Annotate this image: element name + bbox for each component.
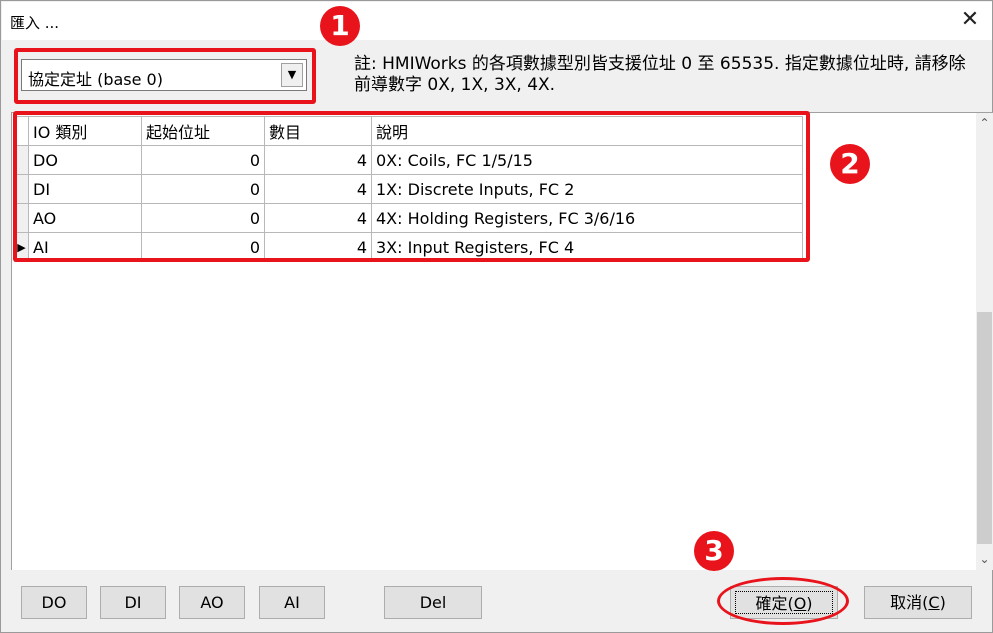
header-count[interactable]: 數目 <box>264 116 372 146</box>
cancel-hotkey: C <box>928 593 940 612</box>
cell-start-address[interactable]: 0 <box>141 203 265 233</box>
table-row[interactable]: ▶ AI 0 4 3X: Input Registers, FC 4 <box>14 232 803 262</box>
dialog-title: 匯入 ... <box>10 14 60 32</box>
cell-io-type[interactable]: DO <box>28 145 142 175</box>
cell-start-address[interactable]: 0 <box>141 232 265 262</box>
header-start-address[interactable]: 起始位址 <box>141 116 265 146</box>
row-indicator-header <box>14 116 29 146</box>
cancel-button[interactable]: 取消(C) <box>864 586 972 619</box>
add-ao-button[interactable]: AO <box>179 586 245 619</box>
cell-count[interactable]: 4 <box>264 203 372 233</box>
cell-io-type[interactable]: AO <box>28 203 142 233</box>
ok-label: 確定 <box>755 594 788 613</box>
scroll-down-icon[interactable]: ⌄ <box>976 551 993 568</box>
scroll-up-icon[interactable]: ⌃ <box>976 115 993 132</box>
address-mode-value: 協定定址 (base 0) <box>28 70 163 89</box>
annotation-marker-3: 3 <box>694 531 734 571</box>
add-do-button[interactable]: DO <box>21 586 87 619</box>
address-note: 註: HMIWorks 的各項數據型別皆支援位址 0 至 65535. 指定數據… <box>354 54 966 95</box>
cell-io-type[interactable]: AI <box>28 232 142 262</box>
cell-count[interactable]: 4 <box>264 174 372 204</box>
table-row[interactable]: AO 0 4 4X: Holding Registers, FC 3/6/16 <box>14 203 803 233</box>
scroll-thumb[interactable] <box>977 312 992 544</box>
cell-description[interactable]: 0X: Coils, FC 1/5/15 <box>371 145 803 175</box>
row-indicator[interactable] <box>14 174 29 204</box>
dropdown-arrow-icon[interactable]: ▼ <box>281 63 303 87</box>
cell-description[interactable]: 3X: Input Registers, FC 4 <box>371 232 803 262</box>
io-table: IO 類別 起始位址 數目 說明 DO 0 4 0X: Coils, FC 1/… <box>14 116 803 262</box>
cell-start-address[interactable]: 0 <box>141 174 265 204</box>
row-indicator[interactable] <box>14 145 29 175</box>
import-dialog: 匯入 ... ✕ 協定定址 (base 0) ▼ 註: HMIWorks 的各項… <box>0 0 993 633</box>
table-row[interactable]: DI 0 4 1X: Discrete Inputs, FC 2 <box>14 174 803 204</box>
cell-count[interactable]: 4 <box>264 145 372 175</box>
title-bar[interactable]: 匯入 ... ✕ <box>2 2 992 40</box>
close-button[interactable]: ✕ <box>956 6 984 34</box>
current-row-icon[interactable]: ▶ <box>14 232 29 262</box>
address-mode-select[interactable]: 協定定址 (base 0) ▼ <box>21 59 307 91</box>
header-description[interactable]: 說明 <box>371 116 803 146</box>
table-row[interactable]: DO 0 4 0X: Coils, FC 1/5/15 <box>14 145 803 175</box>
cell-io-type[interactable]: DI <box>28 174 142 204</box>
cell-description[interactable]: 1X: Discrete Inputs, FC 2 <box>371 174 803 204</box>
add-ai-button[interactable]: AI <box>259 586 325 619</box>
grid-header-row: IO 類別 起始位址 數目 說明 <box>14 116 803 146</box>
delete-button[interactable]: Del <box>384 586 482 619</box>
ok-hotkey: O <box>793 594 807 613</box>
vertical-scrollbar[interactable]: ⌃ ⌄ <box>976 113 993 570</box>
annotation-marker-1: 1 <box>320 6 360 46</box>
cell-count[interactable]: 4 <box>264 232 372 262</box>
ok-button-focus: 確定(O) <box>735 591 833 614</box>
cell-description[interactable]: 4X: Holding Registers, FC 3/6/16 <box>371 203 803 233</box>
ok-button[interactable]: 確定(O) <box>730 586 838 619</box>
cell-start-address[interactable]: 0 <box>141 145 265 175</box>
annotation-marker-2: 2 <box>830 144 870 184</box>
cancel-label: 取消 <box>890 593 923 612</box>
add-di-button[interactable]: DI <box>100 586 166 619</box>
header-io-type[interactable]: IO 類別 <box>28 116 142 146</box>
row-indicator[interactable] <box>14 203 29 233</box>
